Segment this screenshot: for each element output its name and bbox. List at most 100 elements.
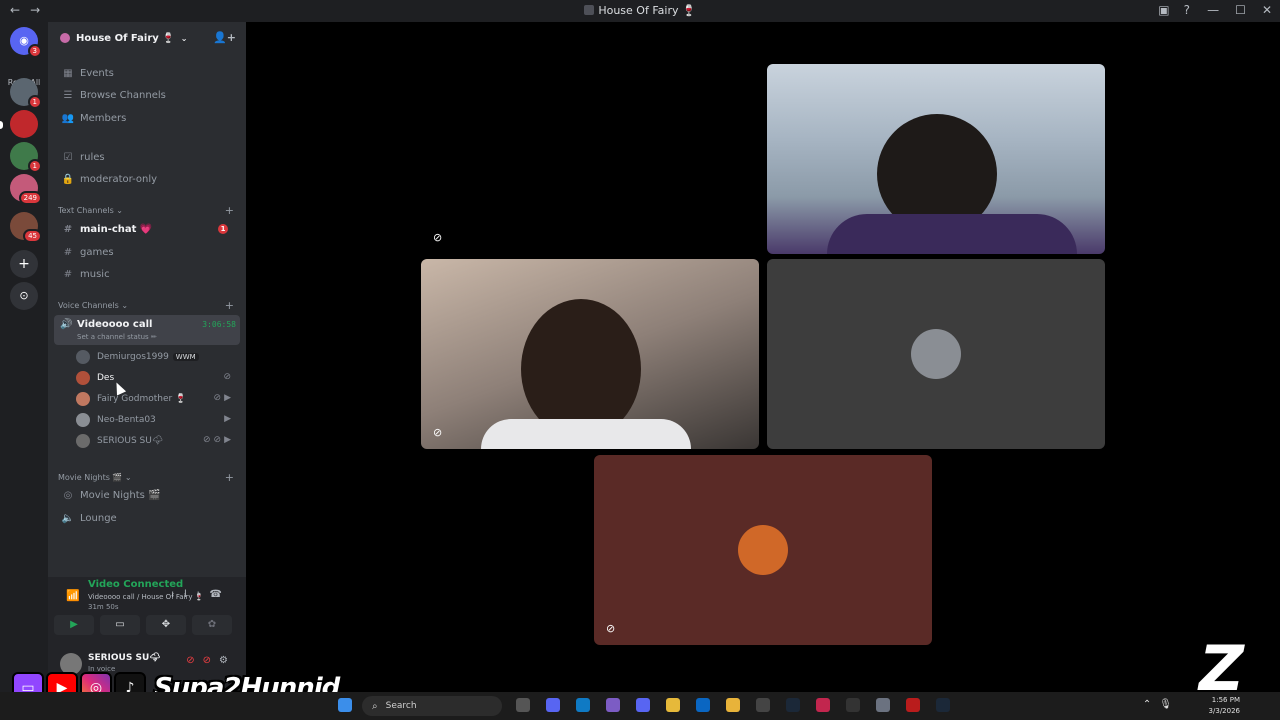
help-icon[interactable]: ?: [1184, 3, 1190, 17]
camera-button[interactable]: ▶: [54, 615, 94, 635]
hash-icon: #: [63, 223, 73, 235]
nav-events[interactable]: ▦ Events: [56, 63, 238, 83]
folder-icon[interactable]: [726, 698, 740, 712]
taskbar-clock[interactable]: 1:56 PM 3/3/2026: [1209, 695, 1240, 717]
server-icon-1[interactable]: 1: [10, 78, 42, 109]
mute-mic-icon[interactable]: ⊘: [186, 655, 202, 666]
nav-members[interactable]: 👥 Members: [56, 108, 238, 128]
voice-user-serious-su[interactable]: SERIOUS SU🌩 ⊘⊘▶: [76, 432, 238, 450]
edge-icon[interactable]: [576, 698, 590, 712]
activities-button[interactable]: ✥: [146, 615, 186, 635]
inbox-icon[interactable]: ▣: [1158, 3, 1169, 17]
store-icon[interactable]: [696, 698, 710, 712]
maximize-icon[interactable]: ☐: [1235, 3, 1246, 17]
call-timer: 3:06:58: [202, 320, 236, 329]
server-icon-4[interactable]: 249: [10, 174, 42, 205]
signal-icon: 📶: [66, 589, 80, 602]
app-icon[interactable]: [816, 698, 830, 712]
channel-music[interactable]: # music: [56, 264, 238, 284]
video-grid: ⊘ ⊘ ⊘: [246, 22, 1280, 692]
steam-icon[interactable]: [936, 698, 950, 712]
user-controls: ⊘⊘⚙: [186, 655, 236, 666]
task-view-icon[interactable]: [516, 698, 530, 712]
category-text-channels[interactable]: Text Channels ⌄ +: [58, 204, 238, 217]
steam-icon[interactable]: [786, 698, 800, 712]
category-movie-nights[interactable]: Movie Nights 🎬 ⌄ +: [58, 471, 238, 484]
app-icon[interactable]: [906, 698, 920, 712]
title-extras: ▣ ?: [1158, 3, 1190, 17]
avatar: [76, 371, 90, 385]
channel-games[interactable]: # games: [56, 242, 238, 262]
add-server-icon[interactable]: +: [10, 250, 38, 278]
add-channel-icon[interactable]: +: [225, 204, 234, 217]
close-icon[interactable]: ✕: [1262, 3, 1272, 17]
voice-user-fairy-godmother[interactable]: Fairy Godmother 🍷 ⊘▶: [76, 390, 238, 408]
server-icon-2[interactable]: [10, 110, 38, 138]
taskbar-search[interactable]: ⌕ Search: [362, 696, 502, 716]
user-avatar: [911, 329, 961, 379]
video-tile-camera-2[interactable]: ⊘: [421, 259, 759, 449]
nav-browse-channels[interactable]: ☰ Browse Channels: [56, 85, 238, 105]
chevron-up-icon[interactable]: ⌃: [1143, 699, 1159, 710]
deafened-icon: ⊘: [433, 426, 443, 439]
guild-name: House Of Fairy 🍷: [76, 32, 175, 44]
avatar: [76, 350, 90, 364]
window-controls: — ☐ ✕: [1207, 3, 1272, 17]
discord-icon: [584, 5, 595, 15]
windows-start-icon[interactable]: [338, 698, 352, 712]
voice-channel-videoooo-call[interactable]: 🔊 Videoooo call Set a channel status ✏ 3…: [54, 315, 240, 345]
channel-lounge[interactable]: 🔈 Lounge: [56, 508, 238, 528]
screen-share-button[interactable]: ▭: [100, 615, 140, 635]
server-rail: ◉ 3 Read All 1 1 249 45 + ⊙: [0, 22, 48, 692]
connection-status[interactable]: Video Connected: [88, 579, 183, 590]
soundboard-button[interactable]: ✿: [192, 615, 232, 635]
voice-user-des[interactable]: Des ⊘: [76, 369, 238, 387]
members-icon: 👥: [61, 112, 75, 124]
copilot-icon[interactable]: [606, 698, 620, 712]
app-icon[interactable]: [846, 698, 860, 712]
channel-main-chat[interactable]: # main-chat 💗 1: [56, 219, 238, 239]
voice-user-neo-benta[interactable]: Neo-Benta03 ▶: [76, 411, 238, 429]
home-button[interactable]: ◉ 3: [10, 27, 42, 58]
channel-moderator-only[interactable]: 🔒 moderator-only: [56, 169, 238, 189]
noise-suppression-icon[interactable]: ılı: [171, 589, 209, 600]
app-icon[interactable]: [756, 698, 770, 712]
chrome-icon[interactable]: [666, 698, 680, 712]
voice-user-demiurgos[interactable]: Demiurgos1999 WWM: [76, 348, 238, 366]
video-tile-avatar-1[interactable]: [767, 259, 1105, 449]
invite-user-icon[interactable]: 👤+: [213, 31, 236, 44]
gear-icon[interactable]: ⚙: [219, 655, 236, 666]
window-title: House Of Fairy 🍷: [0, 4, 1280, 17]
guild-header[interactable]: House Of Fairy 🍷 ⌄ 👤+: [48, 22, 246, 54]
muted-mic-icon: ⊘: [433, 231, 443, 244]
video-tile-empty[interactable]: ⊘: [421, 64, 759, 254]
channel-rules[interactable]: ☑ rules: [56, 147, 238, 167]
home-badge: 3: [27, 44, 42, 58]
channel-movie-nights[interactable]: ◎ Movie Nights 🎬: [56, 485, 238, 505]
guild-icon: [60, 33, 70, 43]
hash-icon: #: [63, 268, 73, 280]
discover-icon[interactable]: ⊙: [10, 282, 38, 310]
muted-mic-icon: ⊘: [606, 622, 616, 635]
settings-icon[interactable]: [876, 698, 890, 712]
disconnect-icon[interactable]: ☎: [210, 589, 232, 600]
server-icon-5[interactable]: 45: [10, 212, 42, 243]
person-shirt: [827, 214, 1077, 254]
selected-server-pip: [0, 121, 3, 129]
category-voice-channels[interactable]: Voice Channels ⌄ +: [58, 299, 238, 312]
muted-mic-icon: ⊘: [223, 372, 234, 382]
deafen-icon[interactable]: ⊘: [203, 655, 219, 666]
discord-taskbar-icon[interactable]: [636, 698, 650, 712]
person-shirt: [481, 419, 691, 449]
channel-status[interactable]: Set a channel status ✏: [77, 333, 157, 341]
rules-icon: ☑: [63, 151, 73, 163]
avatar: [76, 434, 90, 448]
server-icon-3[interactable]: 1: [10, 142, 42, 173]
microphone-icon[interactable]: 🎙: [1159, 699, 1180, 710]
app-icon[interactable]: [546, 698, 560, 712]
add-channel-icon[interactable]: +: [225, 471, 234, 484]
minimize-icon[interactable]: —: [1207, 3, 1219, 17]
video-tile-avatar-2[interactable]: ⊘: [594, 455, 932, 645]
add-channel-icon[interactable]: +: [225, 299, 234, 312]
video-tile-camera-1[interactable]: [767, 64, 1105, 254]
